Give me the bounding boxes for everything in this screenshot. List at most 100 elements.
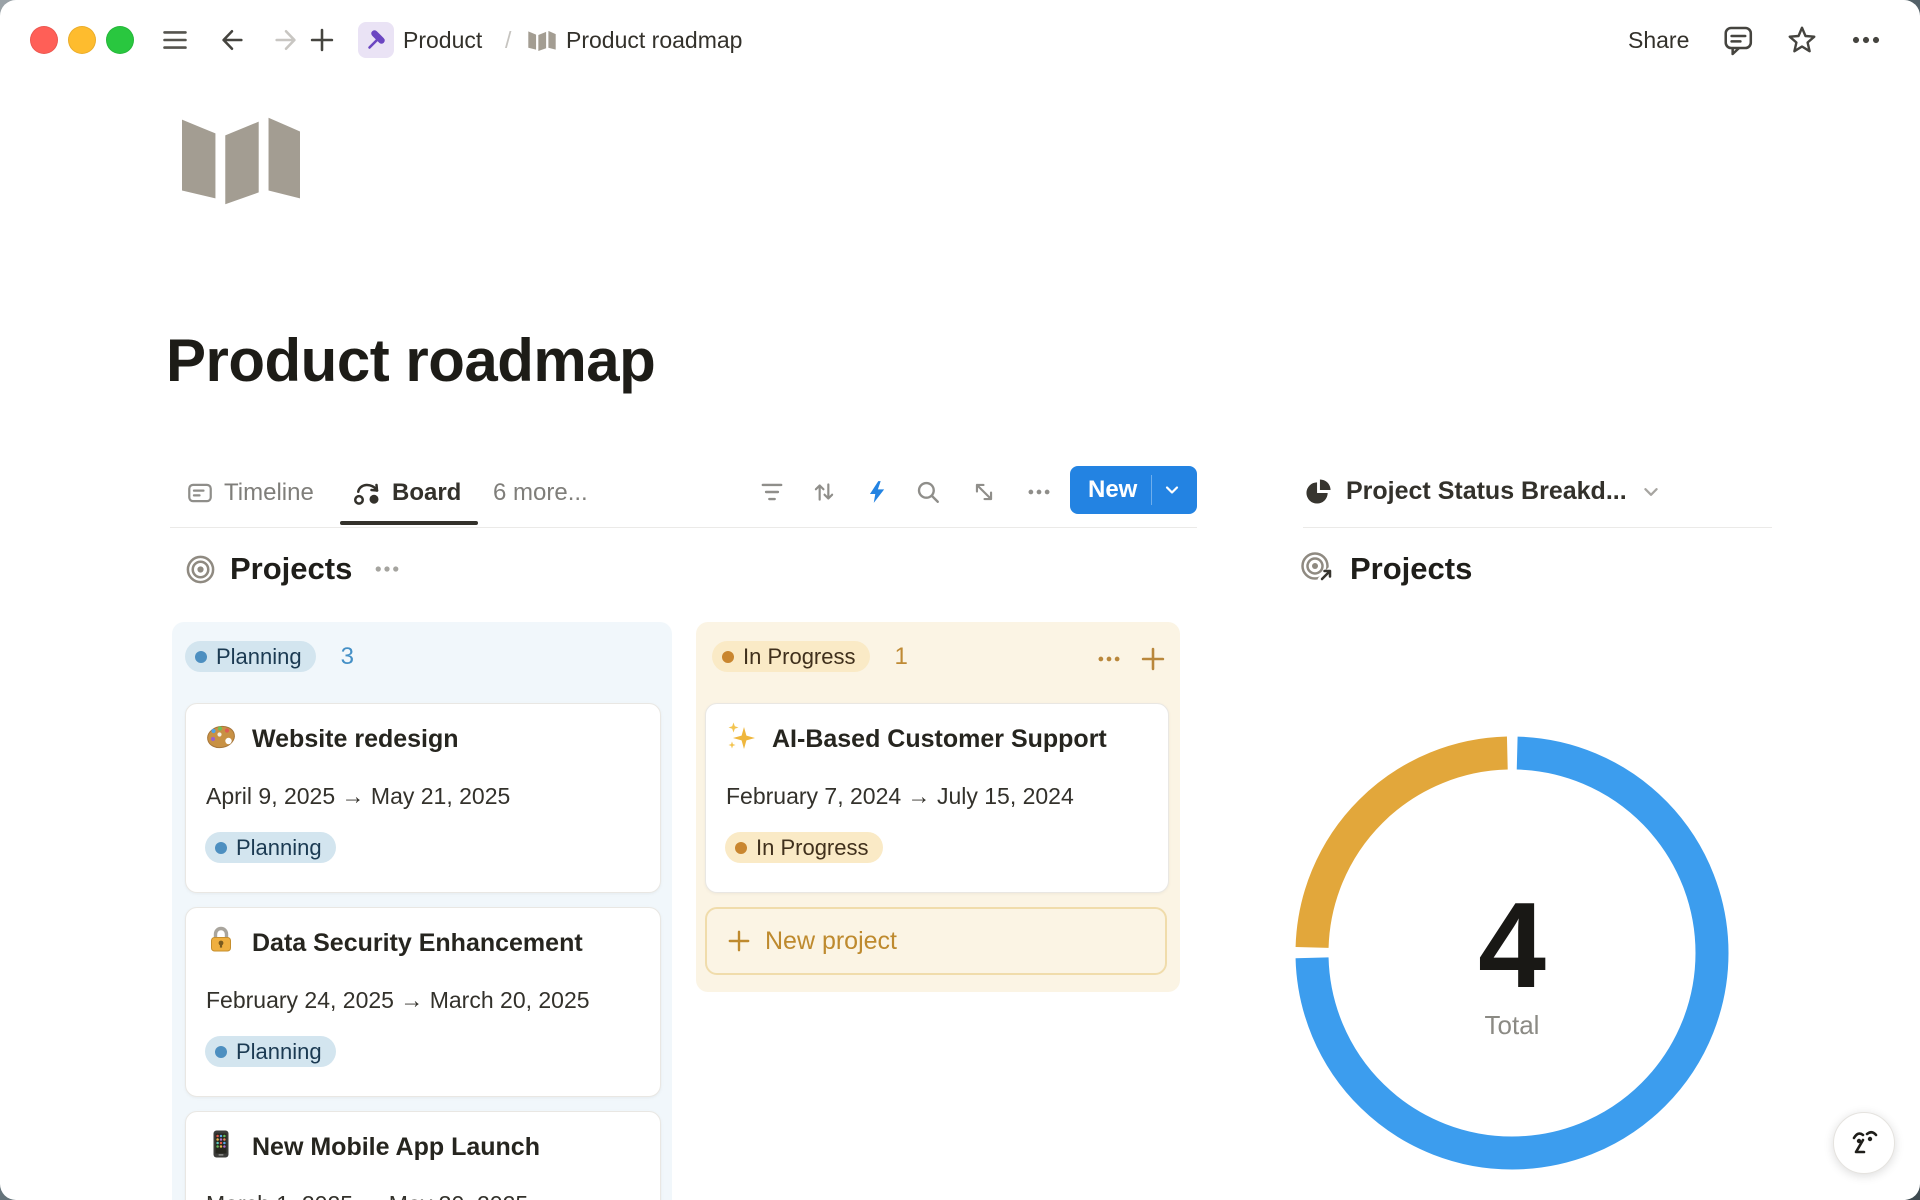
view-options-button[interactable] (1024, 477, 1054, 507)
column-more-button[interactable] (1094, 644, 1124, 674)
share-button[interactable]: Share (1628, 27, 1689, 53)
search-button[interactable] (913, 477, 943, 507)
card-status-tag: Planning (205, 1036, 336, 1067)
star-icon (1786, 24, 1818, 56)
board-section-title: Projects (230, 551, 352, 587)
minimize-window-button[interactable] (68, 26, 96, 54)
card-dates: April 9, 2025 → May 21, 2025 (206, 783, 510, 810)
tab-timeline[interactable]: Timeline (186, 478, 314, 508)
back-arrow-icon (218, 26, 246, 54)
new-project-button[interactable]: New project (705, 907, 1167, 975)
active-tab-underline (340, 521, 478, 525)
pie-chart-icon (1305, 478, 1332, 505)
automations-button[interactable] (862, 477, 892, 507)
new-button-dropdown[interactable] (1152, 481, 1192, 499)
status-dot (722, 651, 734, 663)
board-section-heading: Projects (185, 551, 402, 587)
column-planning-name: Planning (216, 644, 302, 670)
more-icon (1850, 24, 1882, 56)
zoom-window-button[interactable] (106, 26, 134, 54)
linked-target-icon (1300, 551, 1336, 587)
status-dot (215, 1046, 227, 1058)
tab-board-label: Board (392, 478, 461, 508)
forward-button[interactable] (270, 24, 302, 56)
search-icon (915, 479, 941, 505)
hamburger-icon (161, 26, 189, 54)
column-in-progress-pill[interactable]: In Progress (712, 641, 870, 672)
chart-total-value: 4 (1385, 884, 1639, 1006)
close-window-button[interactable] (30, 26, 58, 54)
expand-icon (971, 479, 997, 505)
card-new-mobile-app-launch[interactable]: New Mobile App Launch March 1, 2025 → Ma… (185, 1111, 661, 1200)
card-status-label: In Progress (756, 835, 869, 861)
sidebar-toggle-button[interactable] (159, 24, 191, 56)
column-planning-count: 3 (341, 643, 354, 671)
map-icon (182, 113, 300, 205)
card-website-redesign[interactable]: Website redesign April 9, 2025 → May 21,… (185, 703, 661, 893)
palette-icon (205, 720, 237, 752)
card-title: AI-Based Customer Support (772, 725, 1107, 754)
status-dot (735, 842, 747, 854)
plus-icon (1139, 645, 1167, 673)
tab-timeline-label: Timeline (224, 478, 314, 508)
card-status-tag: In Progress (725, 832, 883, 863)
comment-icon (1722, 24, 1754, 56)
breadcrumb-separator: / (505, 27, 511, 53)
notion-ai-button[interactable] (1833, 1112, 1895, 1174)
chevron-down-icon (1163, 481, 1181, 499)
timeline-icon (186, 479, 214, 507)
card-title: Website redesign (252, 725, 459, 754)
column-in-progress-count: 1 (895, 643, 908, 671)
column-planning-header: Planning 3 (185, 641, 354, 672)
chart-view-selector-label: Project Status Breakd... (1346, 477, 1627, 506)
column-planning-pill[interactable]: Planning (185, 641, 316, 672)
card-status-tag: Planning (205, 832, 336, 863)
more-icon (1026, 479, 1052, 505)
chart-panel-divider (1303, 527, 1772, 528)
card-title: Data Security Enhancement (252, 929, 583, 958)
column-in-progress-name: In Progress (743, 644, 856, 670)
target-icon (185, 554, 216, 585)
card-ai-based-customer-support[interactable]: AI-Based Customer Support February 7, 20… (705, 703, 1169, 893)
back-button[interactable] (216, 24, 248, 56)
tab-board[interactable]: Board (352, 478, 461, 508)
sort-button[interactable] (809, 477, 839, 507)
automation-lightning-icon (864, 479, 890, 505)
section-more-button[interactable] (372, 554, 402, 584)
chart-section-heading: Projects (1300, 551, 1472, 587)
favorite-button[interactable] (1786, 24, 1818, 56)
hammer-icon (364, 28, 388, 52)
page-title[interactable]: Product roadmap (166, 326, 655, 395)
plus-icon (726, 928, 752, 954)
breadcrumb-teamspace-icon[interactable] (358, 22, 394, 58)
page-icon-button[interactable] (182, 113, 300, 205)
board-toolbar-divider (170, 527, 1197, 528)
sparkles-icon (725, 720, 757, 752)
tab-more-views[interactable]: 6 more... (493, 478, 588, 508)
more-icon (1096, 646, 1122, 672)
card-data-security-enhancement[interactable]: Data Security Enhancement February 24, 2… (185, 907, 661, 1097)
comments-button[interactable] (1722, 24, 1754, 56)
card-dates: March 1, 2025 → May 30, 2025 (206, 1191, 528, 1200)
mobile-phone-icon (205, 1128, 237, 1160)
card-status-label: Planning (236, 1039, 322, 1065)
lock-icon (205, 924, 237, 956)
card-dates: February 7, 2024 → July 15, 2024 (726, 783, 1074, 810)
filter-icon (759, 479, 785, 505)
sort-icon (811, 479, 837, 505)
chart-view-selector[interactable]: Project Status Breakd... (1305, 477, 1661, 506)
breadcrumb-team[interactable]: Product (403, 27, 482, 53)
expand-view-button[interactable] (969, 477, 999, 507)
forward-arrow-icon (272, 26, 300, 54)
breadcrumb-page-icon[interactable] (528, 30, 556, 56)
ai-face-icon (1846, 1125, 1882, 1161)
filter-button[interactable] (757, 477, 787, 507)
new-tab-button[interactable] (306, 24, 338, 56)
new-button-label: New (1070, 476, 1137, 504)
new-button[interactable]: New (1070, 466, 1197, 514)
column-add-card-button[interactable] (1138, 644, 1168, 674)
page-more-button[interactable] (1850, 24, 1882, 56)
tab-more-label: 6 more... (493, 478, 588, 508)
notion-window: Product / Product roadmap Share (0, 0, 1920, 1200)
breadcrumb-page[interactable]: Product roadmap (566, 27, 742, 53)
